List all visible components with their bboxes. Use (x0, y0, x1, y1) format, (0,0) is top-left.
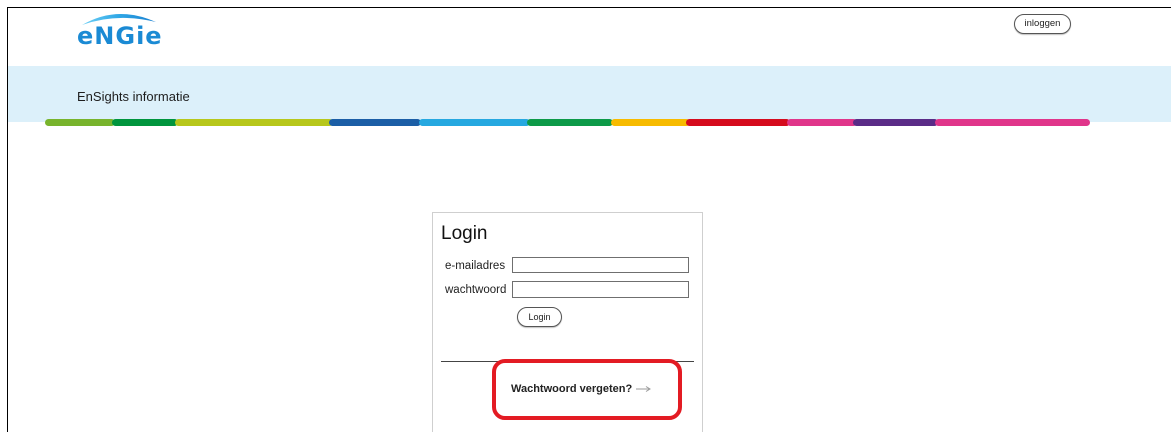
forgot-password-label: Wachtwoord vergeten? (511, 383, 633, 395)
stripe-segment (329, 119, 421, 126)
arrow-right-icon (636, 386, 652, 392)
stripe-segment (175, 119, 333, 126)
password-label: wachtwoord (445, 284, 507, 296)
brand-color-stripe (45, 119, 1090, 126)
stripe-segment (853, 119, 938, 126)
stripe-segment (527, 119, 613, 126)
email-label: e-mailadres (445, 260, 506, 272)
forgot-password-link[interactable]: Wachtwoord vergeten? (511, 382, 652, 396)
stripe-segment (935, 119, 1090, 126)
password-field[interactable] (512, 281, 689, 298)
stripe-segment (112, 119, 178, 126)
email-field[interactable] (512, 257, 689, 273)
banner-title: EnSights informatie (77, 89, 190, 104)
stripe-segment (45, 119, 115, 126)
stripe-segment (611, 119, 690, 126)
login-title: Login (441, 223, 488, 244)
stripe-segment (787, 119, 857, 126)
stripe-segment (419, 119, 530, 126)
stripe-segment (686, 119, 790, 126)
header-login-button[interactable]: inloggen (1014, 14, 1071, 34)
login-panel: Login e-mailadres wachtwoord Login Wacht… (432, 212, 703, 432)
panel-divider (441, 361, 694, 362)
page-banner: EnSights informatie (8, 66, 1171, 122)
logo-wordmark: eNGie (77, 22, 163, 50)
engie-logo: eNGie (77, 10, 167, 50)
login-submit-button[interactable]: Login (517, 307, 562, 327)
